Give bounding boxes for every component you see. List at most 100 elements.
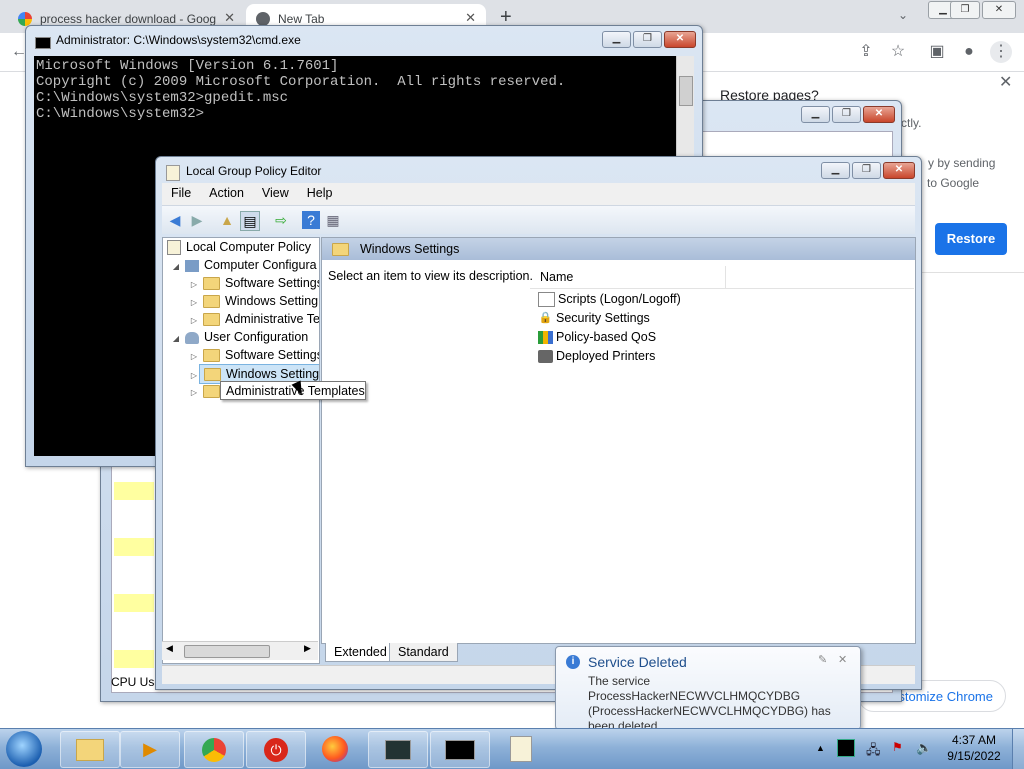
task-manager-icon[interactable] [368,731,428,768]
item-label: Security Settings [556,311,650,325]
tree-item[interactable]: ▷ Windows Setting [189,292,318,310]
minimize-button[interactable]: ▁ [801,106,830,123]
tab-standard[interactable]: Standard [389,643,458,662]
expand-icon[interactable]: ▷ [189,384,199,402]
item-label: Policy-based QoS [556,330,657,344]
tree-horizontal-scrollbar[interactable]: ◀ ▶ [162,641,318,660]
maximize-button[interactable]: ❐ [852,162,881,179]
power-icon[interactable]: ⏻ [246,731,306,768]
profile-icon[interactable]: ● [958,41,980,63]
list-item[interactable]: 🔒 Security Settings [538,309,650,327]
close-tab-icon[interactable]: ✕ [224,10,235,26]
tree-computer-configuration[interactable]: ◢ Computer Configura [171,256,317,274]
column-name[interactable]: Name [530,266,726,288]
scroll-right-icon[interactable]: ▶ [304,643,311,654]
tree-label: Software Settings [225,348,320,362]
popup-text: to Google [927,176,980,190]
tab-title: process hacker download - Goog [40,11,217,26]
item-label: Deployed Printers [556,349,656,363]
menu-action[interactable]: Action [200,183,253,205]
tree-item[interactable]: ▷ Administrative Te [189,310,319,328]
header-title: Windows Settings [360,242,460,256]
tree-user-configuration[interactable]: ◢ User Configuration [171,328,308,346]
tree-label: User Configuration [204,330,309,344]
show-desktop-button[interactable] [1012,729,1024,769]
menu-view[interactable]: View [253,183,298,205]
console-line: Copyright (c) 2009 Microsoft Corporation… [36,74,566,90]
details-header: Windows Settings [322,238,915,260]
list-item[interactable]: Policy-based QoS [538,328,656,346]
close-button[interactable]: ✕ [664,31,696,48]
menu-icon[interactable]: ⋮ [990,41,1012,63]
tree-label: Local Computer Policy [186,240,312,254]
scroll-thumb[interactable] [679,76,693,106]
process-hacker-tray-icon[interactable] [837,739,855,757]
menu-help[interactable]: Help [298,183,342,205]
menu-file[interactable]: File [162,183,200,205]
up-folder-icon[interactable]: ▲ [218,211,236,229]
item-label: Scripts (Logon/Logoff) [558,292,681,306]
close-icon[interactable]: ✕ [838,653,847,666]
tree-root[interactable]: Local Computer Policy [167,238,311,256]
maximize-button[interactable]: ❐ [633,31,662,48]
forward-icon[interactable]: ▶ [188,211,206,229]
popup-text: y by sending [928,156,996,170]
tree-item[interactable]: ▷ Software Settings [189,346,320,364]
users-icon [185,331,199,344]
start-button[interactable] [6,731,42,767]
close-button[interactable]: ✕ [982,1,1016,19]
folder-icon [203,277,220,291]
menu-bar: File Action View Help [162,183,915,205]
network-icon[interactable]: 🖧 [866,741,881,763]
help-icon[interactable]: ? [302,211,320,229]
security-icon: 🔒 [538,312,553,325]
scroll-left-icon[interactable]: ◀ [166,643,173,654]
maximize-button[interactable]: ❐ [950,1,980,19]
tree-label: Windows Setting [226,367,320,381]
close-popup-icon[interactable]: ✕ [999,72,1012,92]
show-hidden-icons[interactable]: ▲ [816,743,825,753]
properties-icon[interactable]: ▦ [324,211,342,229]
close-button[interactable]: ✕ [883,162,915,179]
close-button[interactable]: ✕ [863,106,895,123]
options-icon[interactable]: ✎ [818,653,827,666]
action-center-icon[interactable]: ⚑ [892,740,903,754]
maximize-button[interactable]: ❐ [832,106,861,123]
media-player-icon[interactable]: ▶ [120,731,180,768]
cmd-icon [35,37,51,49]
script-icon [538,292,555,308]
firefox-icon[interactable] [306,731,364,766]
notification-message: The service ProcessHackerNECWVCLHMQCYDBG… [588,674,831,733]
export-list-icon[interactable]: ⇨ [272,211,290,229]
notification-balloon[interactable]: i Service Deleted ✎ ✕ The service Proces… [555,646,861,733]
window-controls: ▁ ❐ ✕ [602,31,696,48]
volume-icon[interactable]: 🔈 [916,740,932,756]
minimize-button[interactable]: ▁ [821,162,850,179]
explorer-icon[interactable] [60,731,120,768]
list-item[interactable]: Scripts (Logon/Logoff) [538,290,681,308]
notepad-icon[interactable] [492,731,550,766]
tree-item[interactable]: ▷ Software Settings [189,274,320,292]
policy-icon [167,240,181,256]
tree-label: Software Settings [225,276,320,290]
bookmark-star-icon[interactable]: ☆ [887,41,909,63]
list-item[interactable]: Deployed Printers [538,347,655,365]
back-icon[interactable]: ◀ [166,211,184,229]
clock[interactable]: 4:37 AM 9/15/2022 [940,732,1008,764]
scroll-thumb[interactable] [184,645,270,658]
show-hide-tree-icon[interactable]: ▤ [240,211,260,231]
minimize-button[interactable]: ▁ [602,31,631,48]
cmd-icon[interactable] [430,731,490,768]
info-icon: i [566,655,580,669]
chrome-icon[interactable] [184,731,244,768]
collapse-icon[interactable]: ◢ [171,330,181,348]
collapse-icon[interactable]: ◢ [171,258,181,276]
tab-title: New Tab [278,11,325,26]
tab-extended[interactable]: Extended [325,643,396,662]
tab-search-icon[interactable]: ⌄ [898,8,908,22]
share-icon[interactable]: ⇪ [855,41,877,63]
restore-button[interactable]: Restore [935,223,1007,255]
close-tab-icon[interactable]: ✕ [465,10,476,26]
side-panel-icon[interactable]: ▣ [926,41,948,63]
chrome-icon [256,11,270,26]
